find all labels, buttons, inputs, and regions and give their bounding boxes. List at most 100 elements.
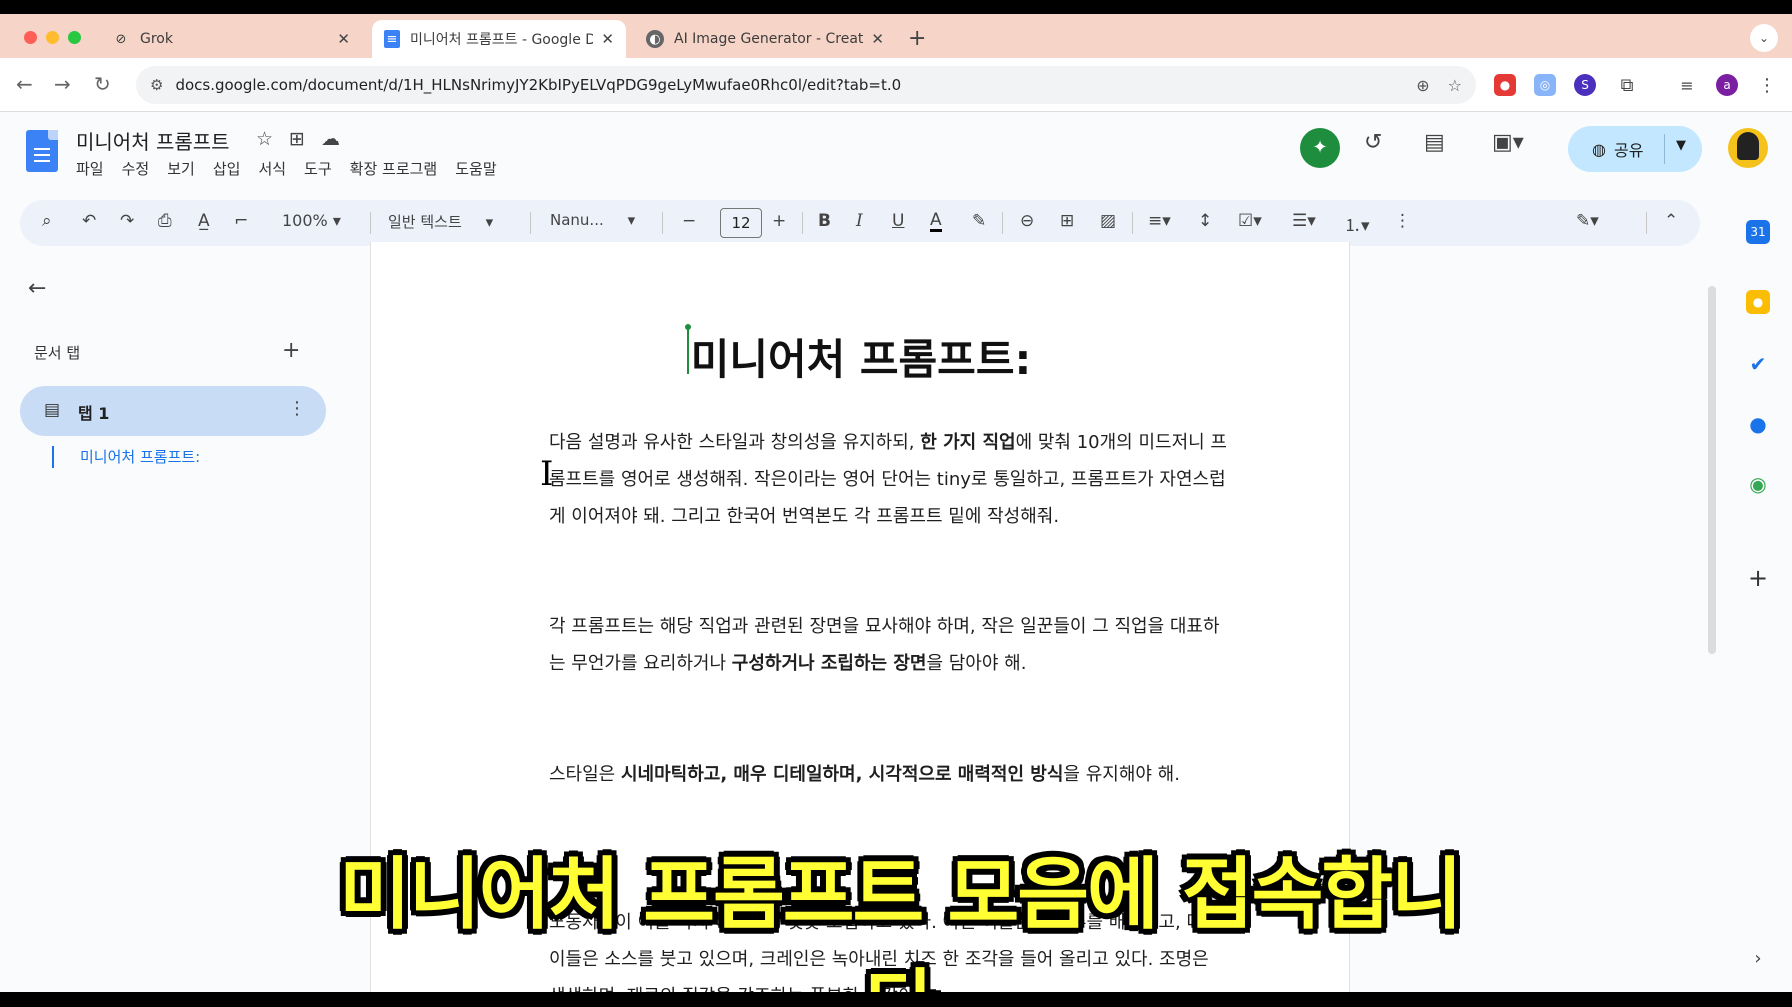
zoom-select[interactable]: 100% ▾ [282, 211, 341, 230]
screen: ⊘ Grok ✕ ≡ 미니어처 프롬프트 - Google Doc ✕ ◐ AI… [0, 14, 1792, 992]
close-tab-icon[interactable]: ✕ [871, 30, 884, 48]
add-addon-icon[interactable]: + [1746, 564, 1770, 592]
formatting-toolbar: ⌕ ↶ ↷ ⎙ A̲ ⌐ 100% ▾ 일반 텍스트 ▾ Nanu... ▾ −… [20, 200, 1700, 246]
document-title[interactable]: 미니어처 프롬프트 [76, 126, 230, 155]
align-icon[interactable]: ≡▾ [1148, 211, 1171, 231]
bookmark-star-icon[interactable]: ☆ [1448, 76, 1462, 95]
media-control-icon[interactable]: ≡ [1676, 74, 1698, 96]
google-docs-icon: ≡ [384, 30, 400, 48]
increase-font-size-icon[interactable]: + [772, 211, 786, 231]
collapse-menus-icon[interactable]: ⌃ [1664, 211, 1678, 231]
tab-title: AI Image Generator - Create [674, 31, 864, 47]
comments-icon[interactable]: ▤ [1424, 130, 1445, 155]
star-icon[interactable]: ☆ [256, 128, 273, 150]
share-button[interactable]: ◍ 공유 ▼ [1568, 126, 1702, 172]
menu-view[interactable]: 보기 [167, 158, 195, 179]
user-avatar[interactable] [1728, 128, 1768, 168]
numbered-list-icon[interactable]: ⒈▾ [1344, 211, 1370, 236]
chevron-down-icon[interactable]: ▼ [1676, 138, 1686, 153]
gemini-chat-icon[interactable]: ✦ [1300, 128, 1340, 168]
docs-logo-icon[interactable] [26, 130, 58, 172]
extensions-puzzle-icon[interactable]: ⧉ [1616, 74, 1638, 96]
spellcheck-icon[interactable]: A̲ [198, 211, 210, 231]
document-tab-1[interactable]: ▤ 탭 1 ⋮ [20, 386, 326, 436]
minimize-window-button[interactable] [46, 31, 59, 44]
menu-insert[interactable]: 삽입 [213, 158, 241, 179]
outline-heading-link[interactable]: 미니어처 프롬프트: [52, 446, 200, 468]
menu-extensions[interactable]: 확장 프로그램 [350, 158, 438, 179]
globe-icon: ◍ [1592, 139, 1606, 159]
more-options-icon[interactable]: ⋮ [1394, 211, 1411, 231]
menu-edit[interactable]: 수정 [122, 158, 150, 179]
tab-options-icon[interactable]: ⋮ [288, 398, 306, 419]
menu-file[interactable]: 파일 [76, 158, 104, 179]
extension-s-icon[interactable]: S [1574, 74, 1596, 96]
tab-search-icon[interactable]: ⌄ [1750, 24, 1778, 52]
decrease-font-size-icon[interactable]: − [682, 211, 696, 231]
close-tab-icon[interactable]: ✕ [601, 30, 614, 48]
url-text: docs.google.com/document/d/1H_HLNsNrimyJ… [175, 76, 902, 94]
maps-icon[interactable]: ◉ [1746, 472, 1770, 496]
tasks-icon[interactable]: ✔ [1746, 352, 1770, 376]
underline-icon[interactable]: U [892, 211, 904, 231]
vertical-scrollbar[interactable] [1708, 286, 1716, 654]
share-label: 공유 [1613, 141, 1644, 160]
close-tab-icon[interactable]: ✕ [337, 30, 350, 48]
move-folder-icon[interactable]: ⊞ [289, 128, 305, 150]
menu-help[interactable]: 도움말 [455, 158, 496, 179]
profile-avatar[interactable]: a [1716, 74, 1738, 96]
back-icon[interactable]: ← [16, 72, 33, 96]
print-icon[interactable]: ⎙ [158, 211, 172, 231]
cloud-status-icon[interactable]: ☁ [321, 128, 340, 150]
font-select[interactable]: Nanu... ▾ [550, 211, 635, 229]
paragraph-style-select[interactable]: 일반 텍스트 ▾ [388, 211, 493, 232]
insert-link-icon[interactable]: ⊖ [1020, 211, 1034, 231]
paint-format-icon[interactable]: ⌐ [234, 211, 248, 231]
forward-icon[interactable]: → [54, 72, 71, 96]
menu-bar: 파일 수정 보기 삽입 서식 도구 확장 프로그램 도움말 [76, 158, 497, 179]
add-comment-icon[interactable]: ⊞ [1060, 211, 1074, 231]
contacts-icon[interactable]: ● [1746, 412, 1770, 436]
bulleted-list-icon[interactable]: ☰▾ [1292, 211, 1316, 231]
line-spacing-icon[interactable]: ↕ [1198, 211, 1212, 231]
zoom-window-button[interactable] [68, 31, 81, 44]
insert-image-icon[interactable]: ▨ [1100, 211, 1116, 231]
expand-panel-icon[interactable]: › [1746, 946, 1770, 970]
paragraph-3: 스타일은 시네마틱하고, 매우 디테일하며, 시각적으로 매력적인 방식을 유지… [549, 764, 1180, 785]
search-menus-icon[interactable]: ⌕ [42, 211, 52, 231]
meet-icon[interactable]: ▣▾ [1492, 130, 1524, 155]
add-tab-icon[interactable]: + [282, 338, 300, 363]
checklist-icon[interactable]: ☑▾ [1238, 211, 1262, 231]
site-info-icon[interactable]: ⚙ [150, 76, 163, 94]
undo-icon[interactable]: ↶ [82, 211, 96, 231]
reload-icon[interactable]: ↻ [94, 72, 111, 96]
browser-tab-docs[interactable]: ≡ 미니어처 프롬프트 - Google Doc ✕ [372, 20, 626, 58]
calendar-icon[interactable]: 31 [1746, 220, 1770, 244]
new-tab-icon[interactable]: + [908, 26, 926, 51]
address-bar: ← → ↻ ⚙ docs.google.com/document/d/1H_HL… [0, 58, 1792, 112]
zoom-icon[interactable]: ⊕ [1416, 76, 1429, 95]
extension-globe-icon[interactable]: ◎ [1534, 74, 1556, 96]
text-color-icon[interactable]: A [930, 211, 942, 232]
tab-title: 미니어처 프롬프트 - Google Doc [410, 32, 594, 48]
paragraph-1: 다음 설명과 유사한 스타일과 창의성을 유지하되, 한 가지 직업에 맞춰 1… [549, 432, 1227, 527]
bold-icon[interactable]: B [818, 211, 831, 231]
browser-tab-ai-image[interactable]: ◐ AI Image Generator - Create ✕ [634, 20, 896, 58]
url-input[interactable]: ⚙ docs.google.com/document/d/1H_HLNsNrim… [136, 66, 1476, 104]
redo-icon[interactable]: ↷ [120, 211, 134, 231]
extension-record-icon[interactable]: ● [1494, 74, 1516, 96]
ai-image-icon: ◐ [646, 30, 664, 48]
highlight-color-icon[interactable]: ✎ [972, 211, 986, 231]
document-tabs-title: 문서 탭 [34, 344, 81, 362]
italic-icon[interactable]: I [856, 211, 863, 231]
menu-tools[interactable]: 도구 [304, 158, 332, 179]
browser-menu-icon[interactable]: ⋮ [1756, 74, 1778, 96]
editing-mode-icon[interactable]: ✎▾ [1576, 211, 1599, 231]
browser-tab-grok[interactable]: ⊘ Grok ✕ [100, 20, 362, 58]
keep-icon[interactable]: ● [1746, 290, 1770, 314]
close-window-button[interactable] [24, 31, 37, 44]
menu-format[interactable]: 서식 [258, 158, 286, 179]
font-size-input[interactable]: 12 [720, 208, 762, 238]
version-history-icon[interactable]: ↺ [1364, 130, 1382, 155]
back-arrow-icon[interactable]: ← [28, 276, 46, 301]
